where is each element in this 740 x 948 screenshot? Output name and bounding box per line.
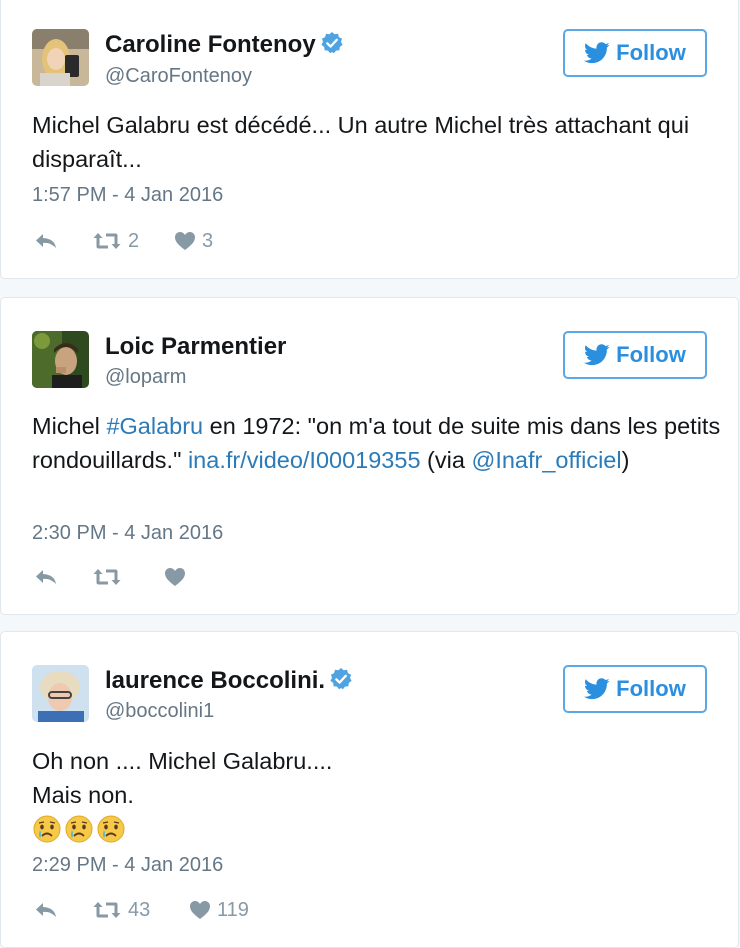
crying-face-emoji-icon [64,814,94,853]
like-count: 119 [217,898,249,921]
retweet-icon [92,231,122,251]
text-segment: (via [420,447,472,473]
timestamp[interactable]: 2:29 PM - 4 Jan 2016 [32,854,223,877]
retweet-count: 43 [128,898,151,921]
follow-button[interactable]: Follow [563,29,707,77]
crying-face-emoji-icon [32,814,62,853]
retweet-button[interactable]: 43 [92,899,189,922]
like-button[interactable] [164,567,192,587]
text-line: Oh non .... Michel Galabru.... [32,748,333,774]
retweet-count: 2 [128,229,140,252]
handle[interactable]: @boccolini1 [105,700,214,723]
twitter-bird-icon [584,42,610,64]
follow-label: Follow [616,342,686,367]
tweet-text: Michel #Galabru en 1972: "on m'a tout de… [32,409,722,477]
reply-icon [34,567,58,587]
heart-icon [164,567,186,587]
url-link[interactable]: ina.fr/video/I00019355 [188,447,421,473]
display-name-text[interactable]: Caroline Fontenoy [105,31,316,58]
tweet-text: Michel Galabru est décédé... Un autre Mi… [32,112,690,172]
twitter-bird-icon [584,678,610,700]
display-name[interactable]: Loic Parmentier [105,333,286,361]
follow-button[interactable]: Follow [563,331,707,379]
text-segment: Michel [32,413,107,439]
tweet-card: Caroline Fontenoy @CaroFontenoy Follow M… [0,0,739,279]
reply-button[interactable] [34,900,92,920]
emoji-row [32,814,722,853]
tweet-actions [34,564,192,590]
retweet-button[interactable] [92,567,164,587]
follow-label: Follow [616,40,686,65]
avatar[interactable] [32,29,89,86]
handle[interactable]: @CaroFontenoy [105,65,252,88]
handle[interactable]: @loparm [105,366,186,389]
avatar[interactable] [32,665,89,722]
reply-button[interactable] [34,231,92,251]
crying-face-emoji-icon [96,814,126,853]
like-button[interactable]: 3 [174,230,213,253]
mention-link[interactable]: @Inafr_officiel [471,447,621,473]
timestamp[interactable]: 1:57 PM - 4 Jan 2016 [32,184,223,207]
text-line: Mais non. [32,782,134,808]
tweet-actions: 43 119 [34,897,249,923]
text-segment: ) [621,447,630,473]
retweet-button[interactable]: 2 [92,230,174,253]
display-name-text[interactable]: laurence Boccolini. [105,667,325,694]
reply-icon [34,900,58,920]
twitter-bird-icon [584,344,610,366]
avatar[interactable] [32,331,89,388]
follow-button[interactable]: Follow [563,665,707,713]
display-name[interactable]: laurence Boccolini. [105,667,353,695]
like-count: 3 [202,229,214,252]
verified-badge-icon [329,667,353,691]
reply-button[interactable] [34,567,92,587]
display-name-text[interactable]: Loic Parmentier [105,333,286,360]
timestamp[interactable]: 2:30 PM - 4 Jan 2016 [32,522,223,545]
retweet-icon [92,567,122,587]
heart-icon [174,231,196,251]
heart-icon [189,900,211,920]
verified-badge-icon [320,31,344,55]
reply-icon [34,231,58,251]
tweet-card: Loic Parmentier @loparm Follow Michel #G… [0,297,739,615]
retweet-icon [92,900,122,920]
like-button[interactable]: 119 [189,899,249,922]
tweet-text: Oh non .... Michel Galabru.... Mais non. [32,744,722,853]
display-name[interactable]: Caroline Fontenoy [105,31,344,59]
follow-label: Follow [616,676,686,701]
hashtag-link[interactable]: #Galabru [106,413,203,439]
tweet-card: laurence Boccolini. @boccolini1 Follow O… [0,631,739,948]
tweet-actions: 2 3 [34,228,213,254]
